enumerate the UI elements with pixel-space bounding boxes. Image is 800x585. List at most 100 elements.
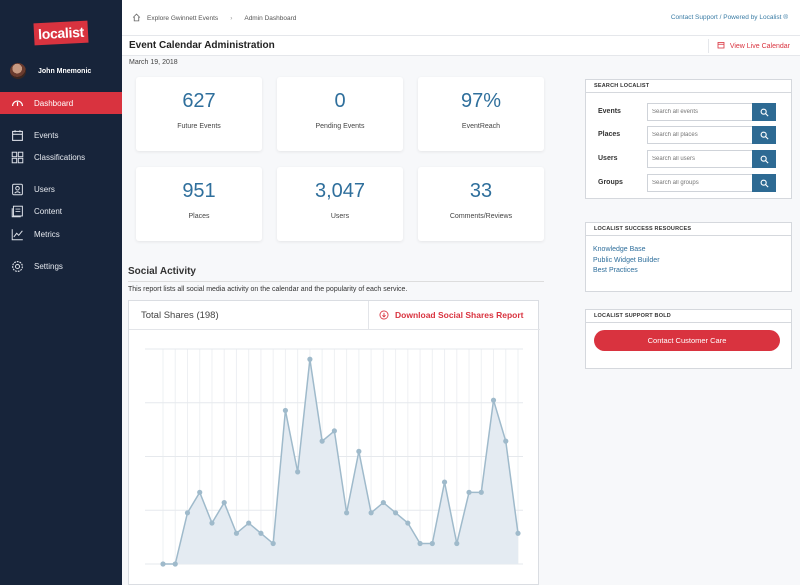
- stat-card-comments-reviews[interactable]: 33 Comments/Reviews: [418, 167, 544, 241]
- stat-card-eventreach[interactable]: 97% EventReach: [418, 77, 544, 151]
- calendar-icon: [717, 41, 725, 51]
- stat-value: 627: [182, 90, 216, 112]
- data-point: [209, 520, 215, 526]
- sidebar-item-settings[interactable]: Settings: [0, 255, 122, 277]
- page-title: Event Calendar Administration: [129, 40, 275, 51]
- data-point: [417, 540, 423, 547]
- sidebar: localist John Mnemonic Dashboard Events …: [0, 0, 122, 585]
- data-point: [221, 499, 227, 506]
- user-icon: [11, 183, 24, 196]
- data-point: [466, 489, 472, 495]
- sidebar-item-classifications[interactable]: Classifications: [0, 146, 122, 168]
- top-bar: Explore Gwinnett Events › Admin Dashboar…: [122, 0, 800, 36]
- support-panel: LOCALIST SUPPORT BOLD Contact Customer C…: [585, 309, 792, 369]
- data-point: [233, 530, 240, 536]
- chart-header: Total Shares (198) Download Social Share…: [129, 301, 540, 330]
- data-point: [197, 489, 203, 495]
- avatar[interactable]: [10, 63, 26, 79]
- search-groups-button[interactable]: [752, 174, 776, 192]
- data-point: [246, 520, 252, 526]
- shares-area: [163, 359, 518, 564]
- stat-card-pending-events[interactable]: 0 Pending Events: [277, 77, 403, 151]
- search-label: Groups: [598, 179, 623, 186]
- search-users-button[interactable]: [752, 150, 776, 168]
- stat-label: Pending Events: [315, 123, 365, 130]
- view-live-calendar-button[interactable]: View Live Calendar: [707, 39, 790, 53]
- stat-card-users[interactable]: 3,047 Users: [277, 167, 403, 241]
- panel-title: LOCALIST SUCCESS RESOURCES: [586, 223, 791, 236]
- data-point: [295, 469, 301, 475]
- data-point: [429, 540, 435, 547]
- search-places-button[interactable]: [752, 126, 776, 144]
- data-point: [160, 561, 166, 567]
- knowledge-base-link[interactable]: Knowledge Base: [593, 245, 791, 256]
- calendar-icon: [11, 129, 24, 142]
- search-users-input[interactable]: [647, 150, 752, 168]
- social-activity-description: This report lists all social media activ…: [128, 286, 408, 293]
- data-point: [392, 510, 399, 516]
- social-shares-card: Total Shares (198) Download Social Share…: [128, 300, 540, 585]
- sidebar-item-label: Settings: [34, 261, 63, 271]
- sidebar-item-events[interactable]: Events: [0, 124, 122, 146]
- data-point: [319, 438, 325, 444]
- stat-label: EventReach: [461, 123, 501, 130]
- search-row-users: Users: [586, 149, 791, 169]
- search-events-button[interactable]: [752, 103, 776, 121]
- search-row-events: Events: [586, 102, 791, 122]
- social-shares-chart: [145, 348, 523, 567]
- breadcrumb-separator: ›: [230, 15, 233, 22]
- home-icon[interactable]: [132, 13, 141, 24]
- search-events-input[interactable]: [647, 103, 752, 121]
- data-point: [356, 448, 362, 454]
- data-point: [405, 520, 411, 526]
- search-panel: SEARCH LOCALIST Events Places Users Grou…: [585, 79, 792, 199]
- public-widget-builder-link[interactable]: Public Widget Builder: [593, 256, 791, 267]
- sidebar-item-dashboard[interactable]: Dashboard: [0, 92, 122, 114]
- resources-panel: LOCALIST SUCCESS RESOURCES Knowledge Bas…: [585, 222, 792, 292]
- data-point: [184, 510, 191, 516]
- data-point: [441, 479, 448, 485]
- data-point: [344, 510, 350, 516]
- search-groups-input[interactable]: [647, 174, 752, 192]
- grid-icon: [11, 151, 24, 164]
- search-label: Users: [598, 155, 618, 162]
- data-point: [503, 438, 509, 444]
- stat-card-places[interactable]: 951 Places: [136, 167, 262, 241]
- stat-label: Comments/Reviews: [449, 213, 513, 220]
- data-point: [258, 530, 264, 536]
- stat-card-future-events[interactable]: 627 Future Events: [136, 77, 262, 151]
- breadcrumb: Explore Gwinnett Events › Admin Dashboar…: [132, 13, 296, 24]
- gear-icon: [11, 260, 24, 273]
- sidebar-item-label: Events: [34, 130, 59, 140]
- best-practices-link[interactable]: Best Practices: [593, 266, 791, 277]
- view-live-label: View Live Calendar: [729, 42, 790, 50]
- sidebar-item-content[interactable]: Content: [0, 200, 122, 222]
- search-row-places: Places: [586, 125, 791, 145]
- search-icon: [760, 155, 769, 164]
- sidebar-item-metrics[interactable]: Metrics: [0, 223, 122, 245]
- contact-customer-care-button[interactable]: Contact Customer Care: [594, 330, 780, 351]
- breadcrumb-item[interactable]: Explore Gwinnett Events: [147, 15, 218, 22]
- stat-label: Future Events: [177, 123, 221, 130]
- stat-value: 0: [334, 90, 346, 112]
- user-profile[interactable]: John Mnemonic: [10, 63, 91, 79]
- data-point: [454, 540, 460, 547]
- breadcrumb-item[interactable]: Admin Dashboard: [244, 15, 296, 22]
- download-social-shares-button[interactable]: Download Social Shares Report: [368, 301, 539, 329]
- search-places-input[interactable]: [647, 126, 752, 144]
- sidebar-item-label: Metrics: [34, 229, 60, 239]
- support-links[interactable]: Contact Support / Powered by Localist ®: [671, 14, 788, 21]
- stat-value: 951: [182, 180, 216, 202]
- title-bar: Event Calendar Administration View Live …: [122, 36, 800, 56]
- divider: [128, 281, 544, 282]
- sidebar-item-users[interactable]: Users: [0, 178, 122, 200]
- chart-line-icon: [11, 228, 24, 241]
- data-point: [282, 407, 289, 414]
- localist-logo[interactable]: localist: [33, 20, 89, 46]
- data-point: [331, 428, 337, 434]
- search-icon: [760, 131, 769, 140]
- stat-label: Users: [330, 213, 350, 220]
- stat-value: 97%: [460, 90, 502, 112]
- download-icon: [379, 310, 389, 320]
- sidebar-item-label: Content: [34, 206, 63, 216]
